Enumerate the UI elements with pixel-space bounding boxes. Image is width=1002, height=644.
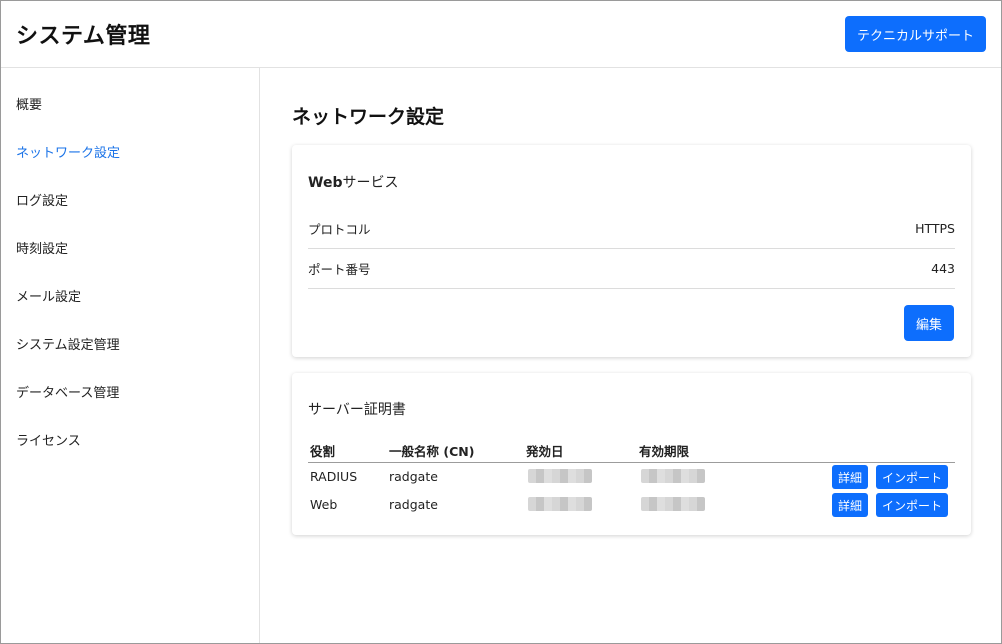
redacted-expiry-date [641,469,705,483]
sidebar-item-system-config[interactable]: システム設定管理 [16,334,120,353]
table-row-role: Web [310,497,338,512]
edit-button[interactable]: 編集 [904,305,954,341]
web-service-card: Webサービス プロトコル HTTPS ポート番号 443 編集 [292,145,971,357]
certificate-title: サーバー証明書 [308,402,406,418]
port-value: 443 [931,261,955,276]
port-label: ポート番号 [308,262,371,277]
port-row: ポート番号 443 [308,249,955,289]
column-header-issue-date: 発効日 [526,444,564,459]
sidebar-item-license[interactable]: ライセンス [16,430,81,449]
table-row-role: RADIUS [310,469,358,484]
import-button[interactable]: インポート [876,493,948,517]
server-certificate-card: サーバー証明書 役割 一般名称 (CN) 発効日 有効期限 RADIUS rad… [292,373,971,535]
column-header-role: 役割 [310,444,336,459]
main-content: ネットワーク設定 Webサービス プロトコル HTTPS ポート番号 443 編… [261,68,1001,643]
table-header-divider [308,462,955,463]
column-header-cn: 一般名称 (CN) [389,444,475,459]
app-window: システム管理 テクニカルサポート 概要 ネットワーク設定 ログ設定 時刻設定 メ… [0,0,1002,644]
web-service-title-rest: サービス [342,175,399,191]
column-header-expiry: 有効期限 [639,444,690,459]
sidebar-item-time-settings[interactable]: 時刻設定 [16,238,68,257]
redacted-issue-date [528,497,592,511]
sidebar-item-database[interactable]: データベース管理 [16,382,119,401]
technical-support-button[interactable]: テクニカルサポート [845,16,986,52]
protocol-row: プロトコル HTTPS [308,209,955,249]
redacted-expiry-date [641,497,705,511]
protocol-label: プロトコル [308,222,371,237]
import-button[interactable]: インポート [876,465,948,489]
page-title: ネットワーク設定 [292,106,445,128]
protocol-value: HTTPS [915,221,955,236]
sidebar-item-mail-settings[interactable]: メール設定 [16,286,81,305]
details-button[interactable]: 詳細 [832,465,868,489]
redacted-issue-date [528,469,592,483]
table-row-cn: radgate [389,497,438,512]
sidebar: 概要 ネットワーク設定 ログ設定 時刻設定 メール設定 システム設定管理 データ… [1,68,260,643]
sidebar-item-log-settings[interactable]: ログ設定 [16,190,68,209]
web-service-title: Webサービス [308,172,398,192]
details-button[interactable]: 詳細 [832,493,868,517]
sidebar-item-network-settings[interactable]: ネットワーク設定 [16,142,120,161]
web-service-title-bold: Web [308,175,343,191]
app-title: システム管理 [16,24,151,49]
sidebar-item-overview[interactable]: 概要 [16,94,42,113]
table-row-cn: radgate [389,469,438,484]
app-header: システム管理 テクニカルサポート [1,1,1001,68]
